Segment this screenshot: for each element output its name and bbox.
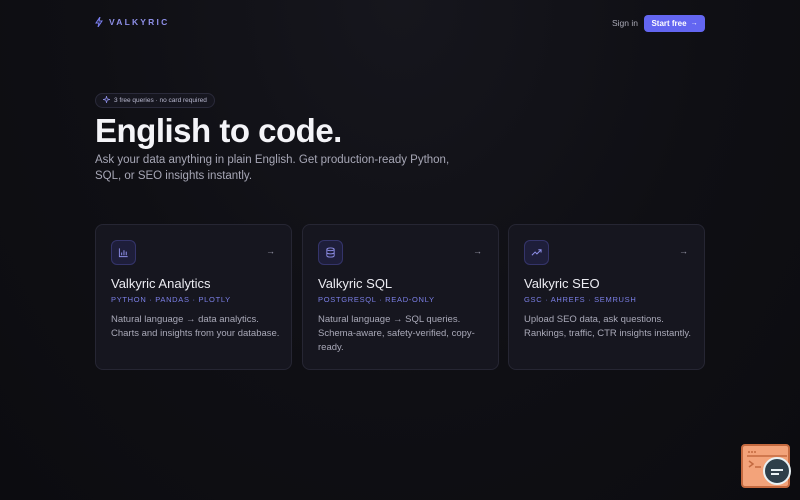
hero-title: English to code. [95, 112, 342, 149]
card-title: Valkyric Analytics [111, 276, 211, 291]
free-queries-badge: 3 free queries · no card required [95, 93, 215, 108]
arrow-right-icon: → [266, 246, 275, 256]
card-tags: GSC · AHREFS · SEMRUSH [524, 295, 637, 304]
sign-in-link[interactable]: Sign in [612, 18, 638, 28]
terminal-widget-button[interactable] [741, 444, 791, 488]
top-nav: VALKYRIC Sign in Start free → [0, 0, 800, 46]
card-description: Upload SEO data, ask questions. Rankings… [524, 314, 692, 339]
brand-name: VALKYRIC [109, 17, 170, 27]
product-card-seo[interactable]: → Valkyric SEO GSC · AHREFS · SEMRUSH Up… [508, 224, 705, 370]
product-card-sql[interactable]: → Valkyric SQL POSTGRESQL · READ-ONLY Na… [302, 224, 499, 370]
card-title: Valkyric SEO [524, 276, 600, 291]
card-tags: PYTHON · PANDAS · PLOTLY [111, 295, 231, 304]
bar-chart-icon [111, 240, 136, 265]
arrow-right-icon: → [690, 20, 698, 27]
product-card-analytics[interactable]: → Valkyric Analytics PYTHON · PANDAS · P… [95, 224, 292, 370]
start-free-label: Start free [651, 19, 687, 28]
badge-text: 3 free queries · no card required [114, 97, 207, 104]
card-description: Natural language → data analytics. Chart… [111, 314, 280, 339]
card-tags: POSTGRESQL · READ-ONLY [318, 295, 435, 304]
card-title: Valkyric SQL [318, 276, 393, 291]
database-icon [318, 240, 343, 265]
start-free-button[interactable]: Start free → [644, 15, 705, 32]
trending-up-icon [524, 240, 549, 265]
brand-logo-link[interactable]: VALKYRIC [95, 16, 170, 28]
hero-subtitle: Ask your data anything in plain English.… [95, 154, 450, 182]
bolt-icon [95, 16, 103, 28]
sparkle-icon [102, 95, 111, 105]
arrow-right-icon: → [473, 246, 482, 256]
arrow-right-icon: → [679, 246, 688, 256]
card-description: Natural language → SQL queries. Schema-a… [318, 314, 475, 353]
search-overlay-icon [763, 457, 791, 485]
